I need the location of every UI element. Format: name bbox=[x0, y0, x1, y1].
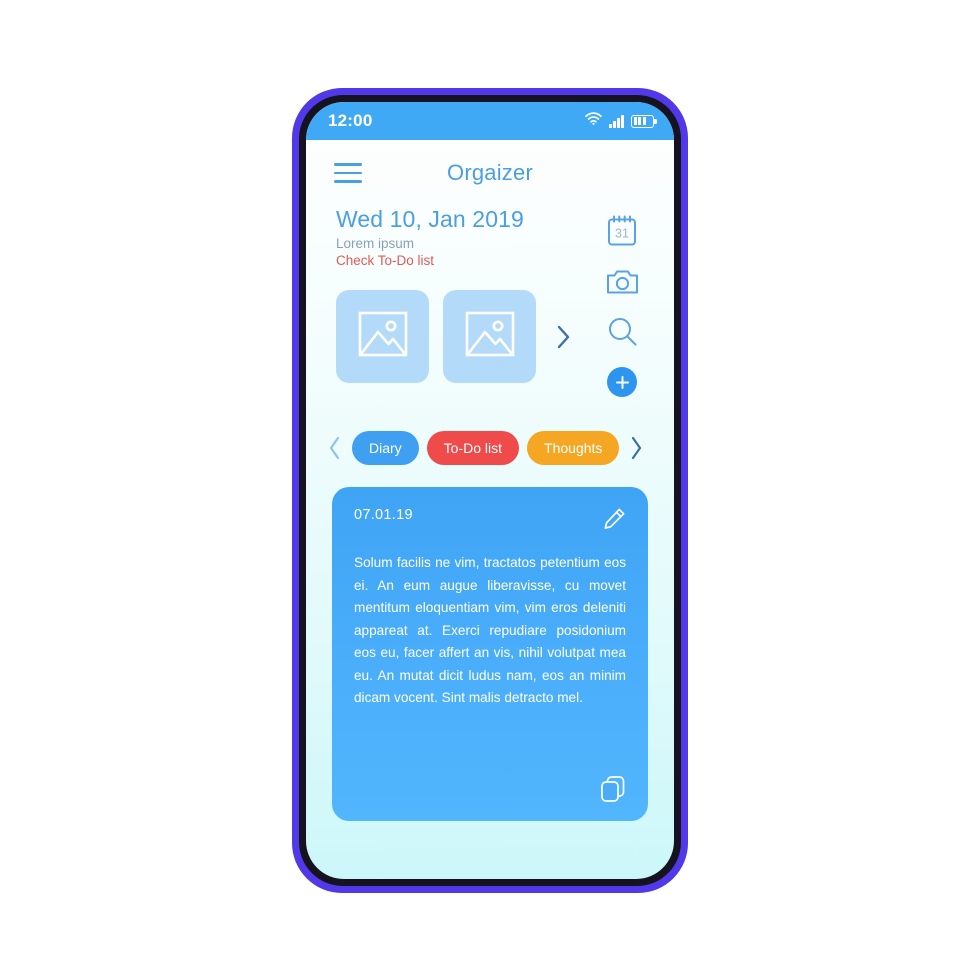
content-area: Wed 10, Jan 2019 Lorem ipsum Check To-Do… bbox=[306, 206, 674, 879]
action-rail: 31 bbox=[596, 206, 648, 397]
status-time: 12:00 bbox=[328, 111, 373, 130]
gallery-thumbnail[interactable] bbox=[336, 290, 429, 383]
copy-icon[interactable] bbox=[600, 775, 626, 803]
entry-footer bbox=[354, 775, 626, 803]
camera-icon[interactable] bbox=[606, 267, 639, 296]
pencil-edit-icon[interactable] bbox=[603, 507, 626, 530]
gallery-thumbnails bbox=[336, 290, 596, 383]
tab-todo-list[interactable]: To-Do list bbox=[426, 431, 520, 465]
gallery-next-chevron-right-icon[interactable] bbox=[554, 324, 574, 350]
current-date: Wed 10, Jan 2019 bbox=[336, 206, 524, 232]
diary-entry-card: 07.01.19 Solum facilis ne vim, tractatos… bbox=[332, 487, 648, 821]
date-and-gallery: Wed 10, Jan 2019 Lorem ipsum Check To-Do… bbox=[336, 206, 596, 397]
wifi-icon bbox=[585, 112, 602, 130]
status-icons bbox=[585, 112, 657, 130]
hamburger-menu-icon[interactable] bbox=[334, 163, 362, 183]
tabs-next-chevron-right-icon[interactable] bbox=[627, 436, 645, 460]
gallery-thumbnail[interactable] bbox=[443, 290, 536, 383]
cellular-signal-icon bbox=[609, 114, 624, 128]
phone-screen: 12:00 Orgaizer Wed 10, Jan 2019 Lorem ip… bbox=[306, 102, 674, 879]
image-placeholder-icon bbox=[357, 308, 409, 365]
app-bar: Orgaizer bbox=[306, 140, 674, 206]
image-placeholder-icon bbox=[464, 308, 516, 365]
calendar-icon[interactable]: 31 bbox=[606, 214, 638, 247]
add-button[interactable] bbox=[607, 367, 637, 397]
tab-thoughts[interactable]: Thoughts bbox=[527, 431, 620, 465]
battery-icon bbox=[631, 114, 657, 128]
tab-diary[interactable]: Diary bbox=[352, 431, 419, 465]
phone-bezel: 12:00 Orgaizer Wed 10, Jan 2019 Lorem ip… bbox=[299, 95, 681, 886]
upper-section: Wed 10, Jan 2019 Lorem ipsum Check To-Do… bbox=[306, 206, 674, 397]
search-icon[interactable] bbox=[607, 316, 638, 347]
phone-frame: 12:00 Orgaizer Wed 10, Jan 2019 Lorem ip… bbox=[292, 88, 688, 893]
category-tabs: Diary To-Do list Thoughts bbox=[306, 431, 674, 465]
tabs-prev-chevron-left-icon[interactable] bbox=[326, 436, 344, 460]
todo-alert-text: Check To-Do list bbox=[336, 253, 435, 268]
entry-text: Solum facilis ne vim, tractatos petentiu… bbox=[354, 555, 626, 706]
date-subtitle: Lorem ipsum bbox=[336, 236, 415, 251]
svg-text:31: 31 bbox=[615, 227, 629, 241]
status-bar: 12:00 bbox=[306, 102, 674, 140]
entry-header: 07.01.19 bbox=[354, 507, 626, 530]
screenshot-canvas: 12:00 Orgaizer Wed 10, Jan 2019 Lorem ip… bbox=[0, 0, 980, 980]
entry-date: 07.01.19 bbox=[354, 507, 413, 523]
